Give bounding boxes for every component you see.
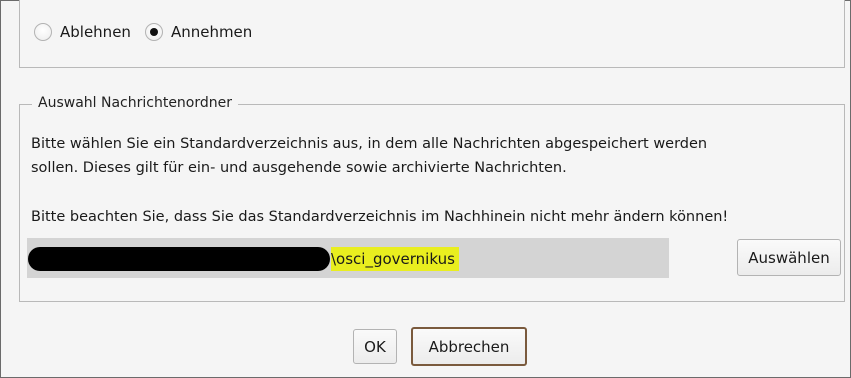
dialog-window: Ablehnen Annehmen Auswahl Nachrichtenord…: [0, 0, 851, 378]
reject-radio[interactable]: [34, 23, 52, 41]
folder-path-field: \osci_governikus: [27, 238, 669, 278]
choose-folder-button[interactable]: Auswählen: [737, 239, 841, 276]
description-line-2: sollen. Dieses gilt für ein- und ausgehe…: [31, 160, 567, 176]
accept-label[interactable]: Annehmen: [171, 23, 252, 41]
acceptance-group: Ablehnen Annehmen: [19, 0, 845, 68]
description-line-1: Bitte wählen Sie ein Standardverzeichnis…: [31, 136, 708, 152]
redaction-mark: [28, 247, 330, 271]
accept-radio[interactable]: [144, 23, 163, 41]
acceptance-radio-row: Ablehnen Annehmen: [34, 23, 266, 41]
cancel-button[interactable]: Abbrechen: [411, 327, 527, 366]
folder-path-text: \osci_governikus: [331, 247, 459, 271]
ok-button[interactable]: OK: [353, 329, 397, 364]
reject-label[interactable]: Ablehnen: [60, 23, 131, 41]
group-legend: Auswahl Nachrichtenordner: [32, 95, 239, 111]
warning-text: Bitte beachten Sie, dass Sie das Standar…: [31, 209, 729, 225]
message-folder-group: Auswahl Nachrichtenordner Bitte wählen S…: [19, 95, 845, 302]
